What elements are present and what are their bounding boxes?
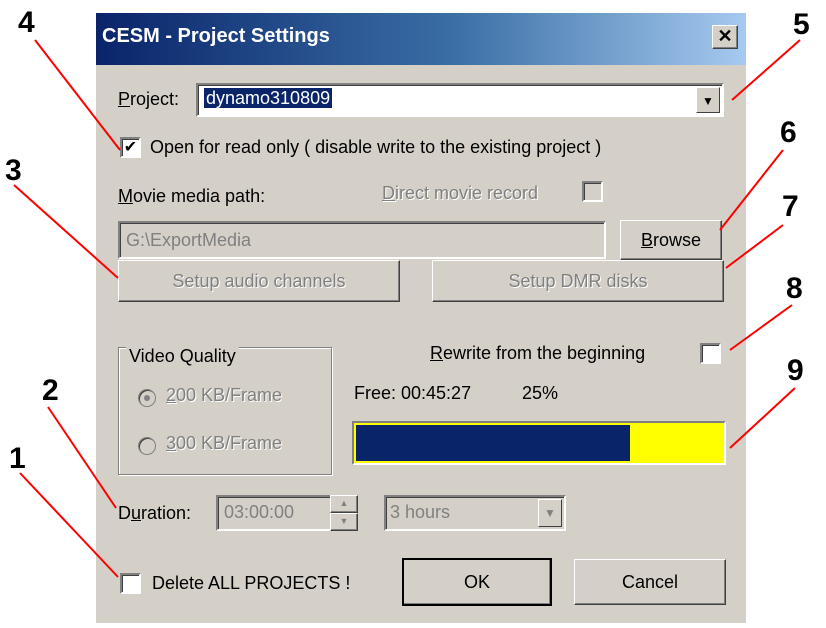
project-label: Project: [118, 89, 180, 109]
duration-up-button[interactable]: ▲ [330, 495, 358, 513]
callout-7: 7 [782, 190, 799, 223]
duration-label: Duration: [118, 503, 192, 523]
rewrite-label: Rewrite from the beginning [430, 343, 646, 363]
read-only-checkbox[interactable]: ✔ [120, 137, 141, 158]
duration-select-value: 3 hours [390, 502, 451, 522]
cancel-button[interactable]: Cancel [574, 559, 726, 605]
delete-all-label: Delete ALL PROJECTS ! [152, 573, 351, 593]
callout-5: 5 [793, 8, 810, 41]
disk-used-fill [356, 425, 630, 461]
callout-1: 1 [9, 442, 26, 475]
quality-200-label: 200 KB/Frame [166, 385, 283, 405]
free-time-label: Free: 00:45:27 [354, 383, 472, 403]
free-percent-label: 25% [522, 383, 559, 403]
browse-button[interactable]: Browse [620, 220, 722, 260]
quality-300-label: 300 KB/Frame [166, 433, 283, 453]
dialog-title: CESM - Project Settings [102, 25, 330, 47]
rewrite-checkbox[interactable] [700, 343, 721, 364]
close-icon: ✕ [717, 26, 733, 46]
duration-select[interactable]: 3 hours ▼ [384, 495, 566, 531]
callout-9: 9 [787, 354, 804, 387]
callout-8: 8 [786, 272, 803, 305]
direct-record-checkbox[interactable] [582, 181, 603, 202]
chevron-down-icon[interactable]: ▼ [538, 499, 562, 527]
quality-300-radio[interactable] [138, 437, 156, 455]
callout-4: 4 [18, 6, 35, 39]
callout-3: 3 [5, 154, 22, 187]
callout-2: 2 [42, 374, 59, 407]
quality-200-radio[interactable] [138, 389, 156, 407]
title-bar[interactable]: CESM - Project Settings ✕ [96, 13, 746, 65]
video-quality-title: Video Quality [126, 346, 239, 367]
close-button[interactable]: ✕ [712, 25, 738, 49]
chevron-down-icon[interactable]: ▼ [696, 87, 720, 113]
disk-usage-bar [352, 421, 726, 465]
callout-6: 6 [780, 116, 797, 149]
movie-path-label: Movie media path: [118, 186, 266, 206]
read-only-label: Open for read only ( disable write to th… [150, 137, 602, 157]
movie-path-value: G:\ExportMedia [126, 230, 252, 250]
project-settings-dialog: CESM - Project Settings ✕ Project: dynam… [96, 13, 746, 623]
duration-down-button[interactable]: ▼ [330, 513, 358, 531]
project-combo[interactable]: dynamo310809 ▼ [196, 83, 724, 117]
duration-value: 03:00:00 [224, 502, 295, 522]
ok-button[interactable]: OK [402, 558, 552, 606]
movie-path-field[interactable]: G:\ExportMedia [118, 221, 606, 259]
duration-field[interactable]: 03:00:00 [216, 495, 332, 531]
direct-record-label: Direct movie record [382, 183, 539, 203]
setup-audio-button[interactable]: Setup audio channels [118, 260, 400, 302]
delete-all-checkbox[interactable] [120, 573, 141, 594]
project-value: dynamo310809 [204, 88, 333, 108]
setup-dmr-button[interactable]: Setup DMR disks [432, 260, 724, 302]
